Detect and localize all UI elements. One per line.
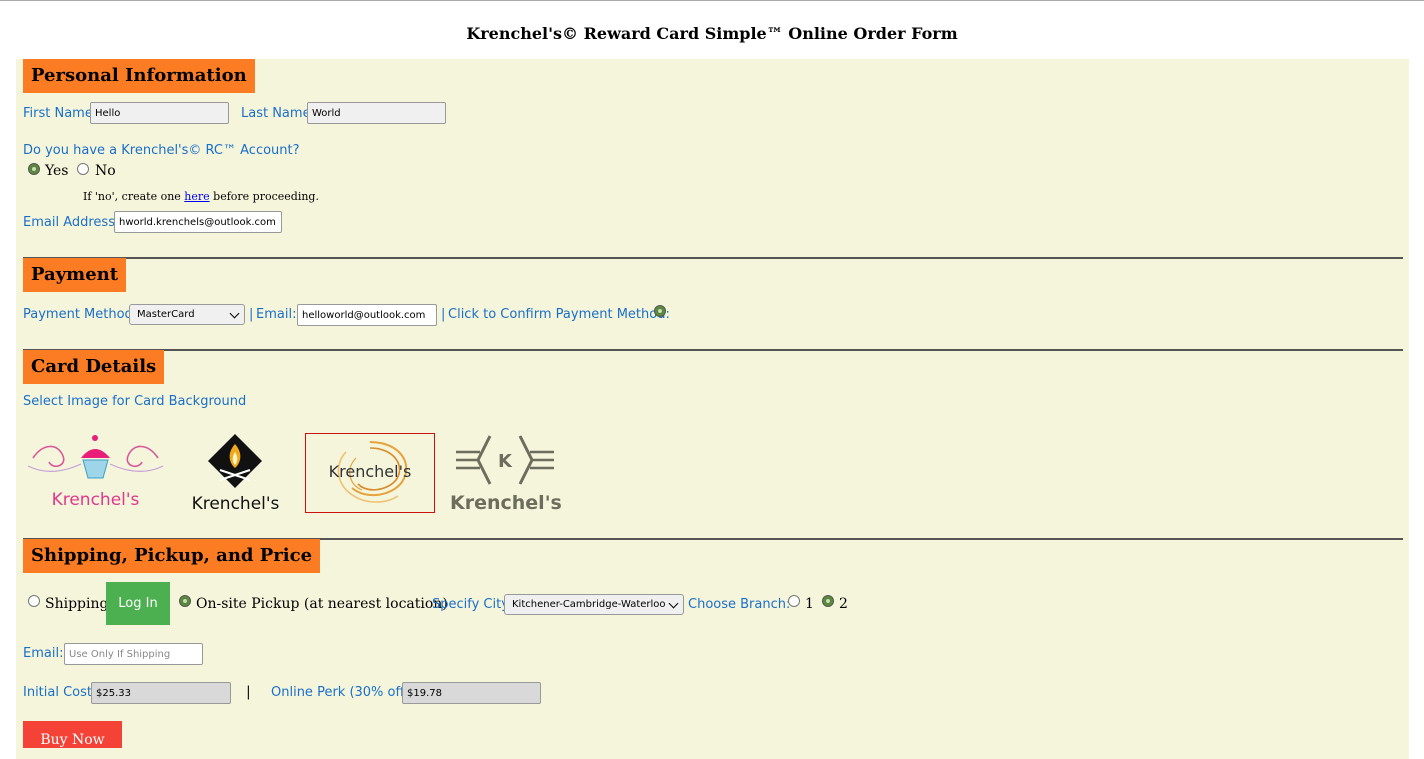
branch-1-label: 1 <box>805 596 814 612</box>
online-perk-field <box>402 682 541 704</box>
pink-cupcake-icon <box>27 435 164 479</box>
confirm-payment-radio[interactable] <box>654 305 666 317</box>
email-address-label: Email Address: <box>23 215 120 230</box>
payment-method-label: Payment Method: <box>23 307 138 322</box>
branch-label: Choose Branch: <box>688 597 791 612</box>
account-yes-radio[interactable] <box>28 163 40 175</box>
pickup-radio[interactable] <box>179 595 191 607</box>
card-image-brand: Krenchel's <box>191 494 280 514</box>
city-select[interactable]: Kitchener-Cambridge-Waterloo <box>504 594 684 615</box>
separator: | <box>441 307 446 322</box>
top-border <box>0 0 1424 1</box>
shipping-email-label: Email: <box>23 646 64 661</box>
create-account-link[interactable]: here <box>184 190 209 203</box>
buy-now-button[interactable]: Buy Now <box>23 721 122 748</box>
chevron-down-icon <box>668 598 679 609</box>
account-question: Do you have a Krenchel's© RC™ Account? <box>23 143 300 158</box>
payment-method-select[interactable]: MasterCard <box>129 304 245 325</box>
payment-email-input[interactable] <box>297 304 437 326</box>
account-yes-label: Yes <box>45 163 69 179</box>
card-image-option[interactable]: Krenchel's <box>188 430 283 518</box>
card-image-brand: Krenchel's <box>328 462 412 481</box>
city-value: Kitchener-Cambridge-Waterloo <box>512 599 666 610</box>
svg-text:K: K <box>498 451 513 472</box>
pickup-label: On-site Pickup (at nearest location) <box>196 596 448 612</box>
branch-2-radio[interactable] <box>822 595 834 607</box>
section-divider <box>23 257 1403 259</box>
chevron-down-icon <box>229 308 240 319</box>
branch-2-label: 2 <box>839 596 848 612</box>
personal-info-heading: Personal Information <box>23 59 255 93</box>
payment-email-label: Email: <box>256 307 297 322</box>
last-name-label: Last Name <box>241 106 311 121</box>
section-divider <box>23 349 1403 351</box>
card-image-brand: Krenchel's <box>51 490 140 510</box>
card-image-option[interactable]: K Krenchel's <box>450 430 562 518</box>
card-image-option-selected[interactable]: Krenchel's <box>305 433 435 513</box>
confirm-payment-label: Click to Confirm Payment Method: <box>448 307 670 322</box>
first-name-label: First Name <box>23 106 93 121</box>
account-note-suffix: before proceeding. <box>213 190 319 203</box>
flame-diamond-icon <box>208 434 262 488</box>
initial-cost-field <box>91 682 231 704</box>
separator: | <box>249 307 254 322</box>
card-details-heading: Card Details <box>23 350 165 384</box>
account-note-prefix: If 'no', create one <box>83 190 181 203</box>
shipping-email-input[interactable] <box>64 643 203 665</box>
order-form-panel <box>16 59 1409 759</box>
city-label: Specify City <box>432 597 509 612</box>
k-arrows-icon: K <box>456 435 554 485</box>
payment-heading: Payment <box>23 258 127 292</box>
select-card-image-label: Select Image for Card Background <box>23 394 247 409</box>
card-image-option[interactable]: Krenchel's <box>23 428 168 514</box>
account-no-radio[interactable] <box>77 163 89 175</box>
email-address-input[interactable] <box>114 211 282 233</box>
account-note: If 'no', create one here before proceedi… <box>83 190 319 203</box>
log-in-button[interactable]: Log In <box>106 582 170 625</box>
account-no-label: No <box>95 163 116 179</box>
page-title: Krenchel's© Reward Card Simple™ Online O… <box>466 24 958 43</box>
last-name-input[interactable] <box>307 102 446 124</box>
card-image-brand: Krenchel's <box>450 492 562 514</box>
shipping-label: Shipping <box>45 596 109 612</box>
separator: | <box>246 684 251 700</box>
initial-cost-label: Initial Cost: <box>23 685 97 700</box>
branch-1-radio[interactable] <box>788 595 800 607</box>
shipping-radio[interactable] <box>28 595 40 607</box>
online-perk-label: Online Perk (30% off): <box>271 685 414 700</box>
shipping-heading: Shipping, Pickup, and Price <box>23 539 321 573</box>
first-name-input[interactable] <box>90 102 229 124</box>
payment-method-value: MasterCard <box>137 309 195 320</box>
